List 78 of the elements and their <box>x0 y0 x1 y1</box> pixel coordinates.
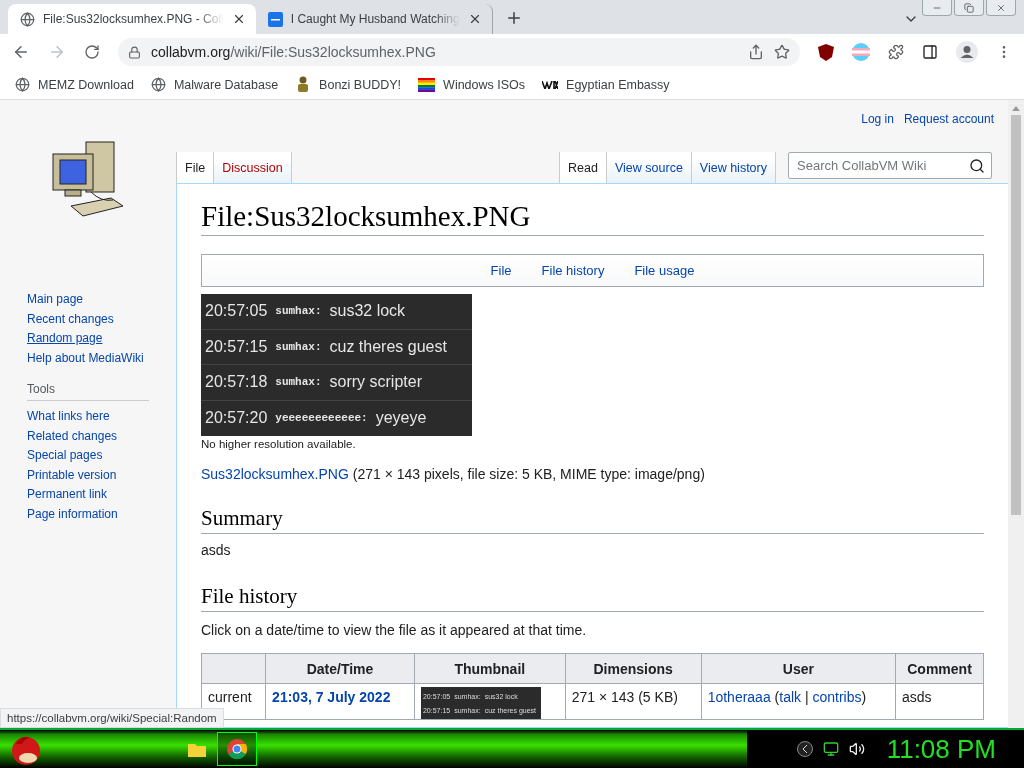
column-header: Comment <box>895 653 984 684</box>
sidebar-link[interactable]: Main page <box>27 290 176 310</box>
page-title: File:Sus32locksumhex.PNG <box>201 200 984 236</box>
account-link[interactable]: Request account <box>903 112 994 152</box>
globe-icon <box>150 77 166 92</box>
chat-line: 20:57:05 sumhax: sus32 lock <box>201 294 472 330</box>
share-icon[interactable] <box>748 44 764 60</box>
page-icon <box>267 11 283 27</box>
browser-task-button[interactable] <box>217 732 257 766</box>
sidebar-link[interactable]: Printable version <box>27 465 176 485</box>
puzzle-icon[interactable] <box>888 44 904 60</box>
globe-icon <box>20 11 35 27</box>
account-link[interactable]: Log in <box>861 112 894 152</box>
file-nav-link[interactable]: File history <box>541 263 605 278</box>
shield-icon[interactable] <box>818 43 834 61</box>
globe-icon <box>15 77 30 92</box>
user-link[interactable]: talk <box>779 689 802 705</box>
sidebar-link[interactable]: Special pages <box>27 446 176 466</box>
bookmark[interactable]: Malware Database <box>150 77 279 92</box>
tray-circle-icon[interactable] <box>796 741 813 757</box>
section-heading: File history <box>201 584 984 612</box>
chat-line: 20:57:18 sumhax: sorry scripter <box>201 365 472 401</box>
search-icon[interactable] <box>969 157 985 174</box>
network-icon[interactable] <box>822 741 839 757</box>
file-nav-link[interactable]: File usage <box>634 263 695 278</box>
tools-heading: Tools <box>27 382 149 401</box>
section-heading: Summary <box>201 506 984 534</box>
column-header: Date/Time <box>265 653 415 684</box>
close-button[interactable] <box>986 0 1016 16</box>
column-header: Thumbnail <box>414 653 566 684</box>
bookmark[interactable]: Bonzi BUDDY! <box>295 76 402 93</box>
status-url: https://collabvm.org/wiki/Special:Random <box>0 708 224 728</box>
scrollbar[interactable] <box>1008 100 1024 728</box>
side-panel-icon[interactable] <box>922 44 938 60</box>
page-tab[interactable]: View history <box>690 152 776 183</box>
table-cell: 271 × 143 (5 KB) <box>565 683 702 720</box>
column-header: User <box>701 653 896 684</box>
column-header: Dimensions <box>565 653 702 684</box>
filename-link[interactable]: Sus32locksumhex.PNG <box>201 466 349 482</box>
user-link[interactable]: 1otheraaa <box>707 689 771 705</box>
page-tab[interactable]: File <box>176 152 214 183</box>
sidebar-link[interactable]: Permanent link <box>27 485 176 505</box>
sidebar-link[interactable]: Related changes <box>27 426 176 446</box>
profile-icon[interactable] <box>956 41 978 63</box>
rainbow-flag-icon <box>418 77 436 92</box>
lock-icon <box>128 45 141 59</box>
zigzag-icon <box>542 80 559 89</box>
bookmark[interactable]: Windows ISOs <box>418 77 526 92</box>
address-field[interactable]: collabvm.org/wiki/File:Sus32locksumhex.PNG <box>118 38 800 66</box>
resolution-note: No higher resolution available. <box>201 438 357 450</box>
page-tab[interactable]: Discussion <box>213 152 292 183</box>
search-box[interactable]: Search CollabVM Wiki <box>788 152 992 179</box>
file-info: Sus32locksumhex.PNG (271 × 143 pixels, file size: 5 KB, MIME type: image/png) <box>201 466 706 482</box>
restore-icon[interactable] <box>964 2 974 13</box>
sidebar-link[interactable]: Help about MediaWiki <box>27 348 176 368</box>
reload-icon[interactable] <box>84 44 100 60</box>
sidebar-link[interactable]: Random page <box>27 329 176 349</box>
page-tab[interactable]: Read <box>559 152 606 183</box>
file-nav-link[interactable]: File <box>490 263 512 278</box>
page-tab[interactable]: View source <box>605 152 691 183</box>
volume-icon[interactable] <box>848 741 865 757</box>
sidebar-link[interactable]: Page information <box>27 504 176 524</box>
bookmark[interactable]: MEMZ Download <box>15 77 134 92</box>
history-hint: Click on a date/time to view the file as it appeared at that time. <box>201 622 588 638</box>
chat-line: 20:57:20 yeeeeeeeeeeee: yeyeye <box>204 408 428 429</box>
clock: 11:08 PM <box>886 733 996 765</box>
chat-line: 20:57:15 sumhax: cuz theres guest <box>201 329 472 365</box>
sidebar-link[interactable]: What links here <box>27 407 176 427</box>
restore-button[interactable] <box>954 0 984 16</box>
back-icon[interactable] <box>12 43 30 61</box>
bookmark[interactable]: Egyptian Embassy <box>542 77 670 92</box>
user-link[interactable]: contribs <box>812 689 862 705</box>
browser-icon[interactable] <box>227 739 247 759</box>
star-icon[interactable] <box>774 44 790 60</box>
table-cell: asds <box>895 683 984 720</box>
sidebar-link[interactable]: Recent changes <box>27 309 176 329</box>
table-cell: 1otheraaa (talk | contribs) <box>701 683 896 720</box>
summary-text: asds <box>201 542 232 558</box>
